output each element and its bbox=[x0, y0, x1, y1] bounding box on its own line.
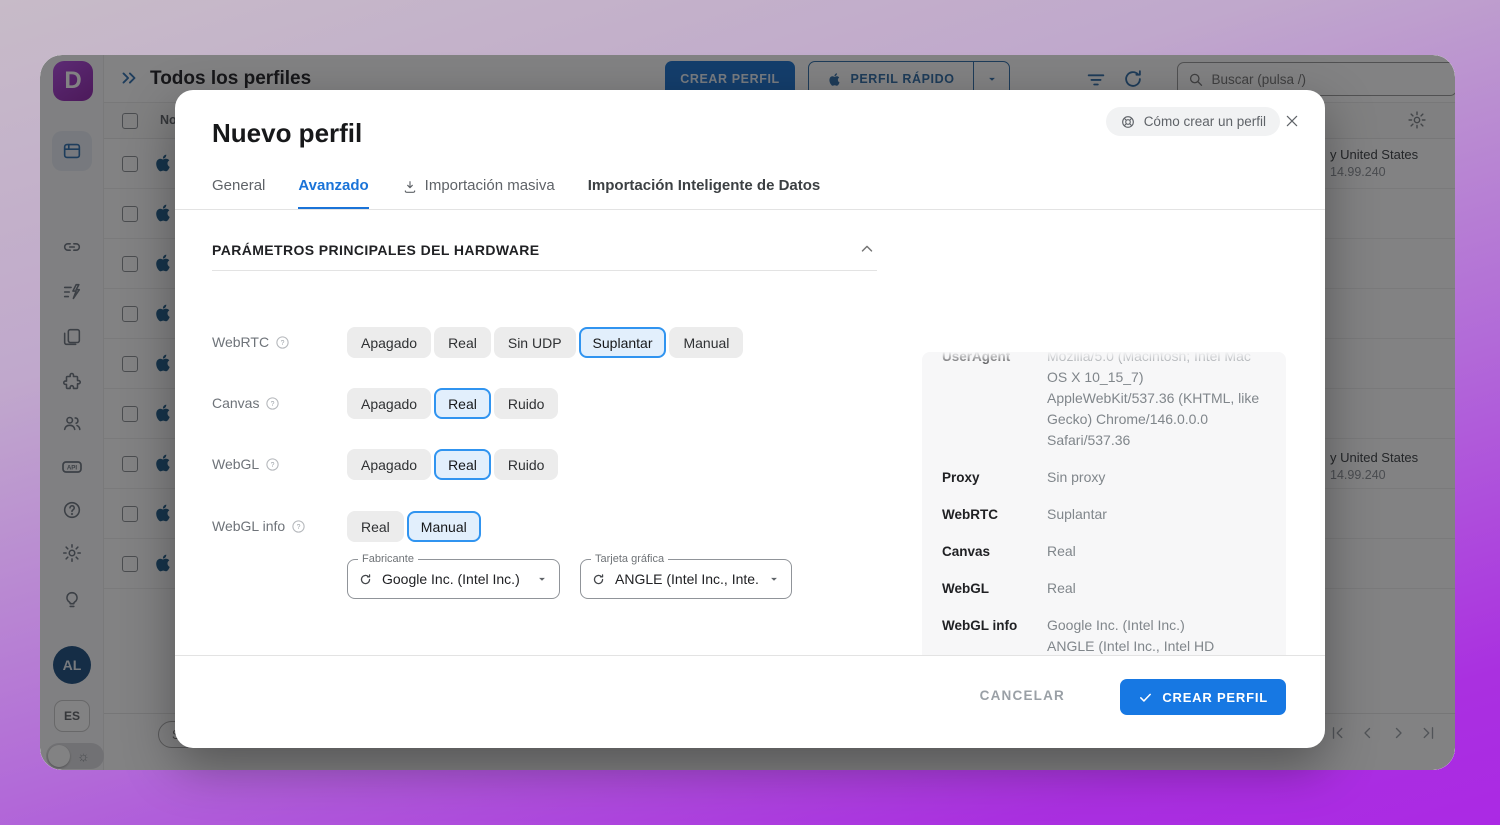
hardware-section-title: PARÁMETROS PRINCIPALES DEL HARDWARE bbox=[212, 242, 540, 258]
close-icon[interactable] bbox=[1281, 110, 1303, 132]
profile-summary-panel: UserAgent Mozilla/5.0 (Macintosh; Intel … bbox=[922, 352, 1286, 655]
webgl-info-field-label: WebGL info ? bbox=[212, 518, 306, 534]
webrtc-option-apagado[interactable]: Apagado bbox=[347, 327, 432, 358]
check-icon bbox=[1140, 693, 1152, 702]
modal-footer: CANCELAR CREAR PERFIL bbox=[175, 655, 1325, 748]
tab-avanzado[interactable]: Avanzado bbox=[298, 170, 369, 210]
webrtc-option-suplantar[interactable]: Suplantar bbox=[578, 327, 667, 358]
cancel-button[interactable]: CANCELAR bbox=[980, 688, 1065, 703]
webgl-options: Apagado Real Ruido bbox=[347, 449, 559, 480]
help-button-label: Cómo crear un perfil bbox=[1143, 114, 1266, 129]
tab-general[interactable]: General bbox=[212, 170, 265, 210]
canvas-option-apagado[interactable]: Apagado bbox=[347, 388, 432, 419]
renderer-dropdown-value: ANGLE (Intel Inc., Inte... bbox=[615, 571, 758, 587]
canvas-field-label: Canvas ? bbox=[212, 395, 280, 411]
tab-importacion-masiva[interactable]: Importación masiva bbox=[402, 170, 555, 210]
webgl-option-ruido[interactable]: Ruido bbox=[493, 449, 559, 480]
refresh-icon[interactable] bbox=[358, 572, 373, 587]
vendor-dropdown-value: Google Inc. (Intel Inc.) bbox=[382, 571, 520, 587]
summary-row-canvas: Canvas Real bbox=[942, 543, 1076, 559]
refresh-icon[interactable] bbox=[591, 572, 606, 587]
webrtc-options: Apagado Real Sin UDP Suplantar Manual bbox=[347, 327, 744, 358]
svg-text:?: ? bbox=[271, 462, 275, 469]
renderer-dropdown[interactable]: Tarjeta gráfica ANGLE (Intel Inc., Inte.… bbox=[580, 553, 792, 599]
canvas-option-real[interactable]: Real bbox=[434, 388, 491, 419]
tab-label: Importación masiva bbox=[424, 177, 555, 194]
question-icon[interactable]: ? bbox=[265, 457, 280, 472]
create-profile-submit-button[interactable]: CREAR PERFIL bbox=[1120, 679, 1286, 715]
webgl-option-real[interactable]: Real bbox=[434, 449, 491, 480]
section-divider bbox=[212, 270, 877, 271]
desktop-backdrop: { "colors": { "accent_blue": "#1a73d8", … bbox=[0, 0, 1500, 825]
renderer-dropdown-label: Tarjeta gráfica bbox=[591, 553, 669, 565]
modal-title: Nuevo perfil bbox=[212, 118, 363, 148]
tab-importacion-inteligente[interactable]: Importación Inteligente de Datos bbox=[588, 170, 821, 210]
svg-text:?: ? bbox=[281, 340, 285, 347]
webrtc-option-manual[interactable]: Manual bbox=[669, 327, 744, 358]
webgl-info-option-real[interactable]: Real bbox=[347, 511, 404, 542]
how-to-create-profile-button[interactable]: Cómo crear un perfil bbox=[1105, 107, 1280, 136]
chevron-down-icon bbox=[771, 577, 777, 581]
svg-text:?: ? bbox=[297, 524, 301, 531]
lifebuoy-icon bbox=[1121, 115, 1134, 128]
summary-row-webgl: WebGL Real bbox=[942, 580, 1076, 596]
modal-tabs: General Avanzado Importación masiva Impo… bbox=[212, 170, 820, 210]
summary-row-webgl-info: WebGL info Google Inc. (Intel Inc.) ANGL… bbox=[942, 617, 1215, 654]
webgl-field-label: WebGL ? bbox=[212, 456, 280, 472]
question-icon[interactable]: ? bbox=[265, 396, 280, 411]
webrtc-option-sin-udp[interactable]: Sin UDP bbox=[493, 327, 576, 358]
webgl-info-options: Real Manual bbox=[347, 511, 481, 542]
vendor-dropdown[interactable]: Fabricante Google Inc. (Intel Inc.) bbox=[347, 553, 560, 599]
svg-text:?: ? bbox=[271, 401, 275, 408]
modal-content: PARÁMETROS PRINCIPALES DEL HARDWARE WebR… bbox=[175, 210, 1325, 655]
submit-label: CREAR PERFIL bbox=[1162, 689, 1268, 705]
webgl-option-apagado[interactable]: Apagado bbox=[347, 449, 432, 480]
question-icon[interactable]: ? bbox=[291, 519, 306, 534]
chevron-up-icon[interactable] bbox=[858, 240, 876, 263]
canvas-option-ruido[interactable]: Ruido bbox=[493, 388, 559, 419]
webrtc-field-label: WebRTC ? bbox=[212, 334, 290, 350]
summary-top-fade bbox=[922, 352, 1286, 368]
question-icon[interactable]: ? bbox=[275, 335, 290, 350]
new-profile-modal: Nuevo perfil Cómo crear un perfil Genera… bbox=[175, 90, 1325, 748]
summary-row-proxy: Proxy Sin proxy bbox=[942, 469, 1106, 485]
download-icon bbox=[404, 181, 415, 193]
webrtc-option-real[interactable]: Real bbox=[434, 327, 491, 358]
webgl-info-option-manual[interactable]: Manual bbox=[406, 511, 481, 542]
canvas-options: Apagado Real Ruido bbox=[347, 388, 559, 419]
chevron-down-icon bbox=[539, 577, 545, 581]
summary-row-webrtc: WebRTC Suplantar bbox=[942, 506, 1107, 522]
vendor-dropdown-label: Fabricante bbox=[358, 553, 418, 565]
